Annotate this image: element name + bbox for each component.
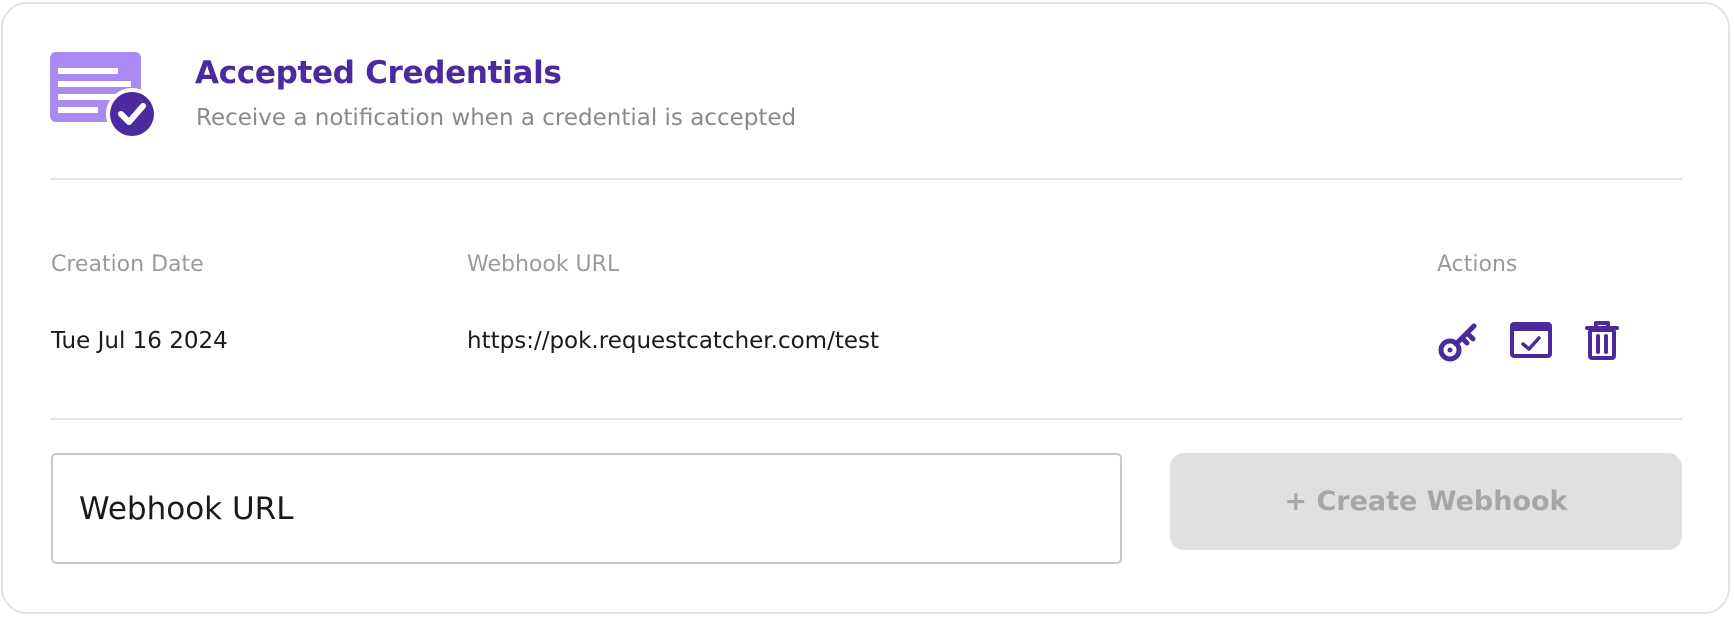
column-header-actions: Actions xyxy=(1437,252,1518,277)
webhook-url-input[interactable] xyxy=(51,453,1122,564)
section-subtitle: Receive a notification when a credential… xyxy=(196,105,797,131)
creation-date-cell: Tue Jul 16 2024 xyxy=(51,328,228,354)
test-webhook-icon[interactable] xyxy=(1508,318,1554,364)
credential-accepted-icon xyxy=(50,52,160,142)
trash-icon[interactable] xyxy=(1579,318,1625,364)
column-header-creation-date: Creation Date xyxy=(51,252,204,277)
create-webhook-button[interactable]: + Create Webhook xyxy=(1170,453,1682,550)
header-divider xyxy=(50,178,1682,180)
key-icon[interactable] xyxy=(1436,318,1482,364)
table-divider xyxy=(50,418,1682,420)
section-title: Accepted Credentials xyxy=(195,55,562,91)
column-header-webhook-url: Webhook URL xyxy=(467,252,620,277)
webhook-url-cell: https://pok.requestcatcher.com/test xyxy=(467,328,880,354)
